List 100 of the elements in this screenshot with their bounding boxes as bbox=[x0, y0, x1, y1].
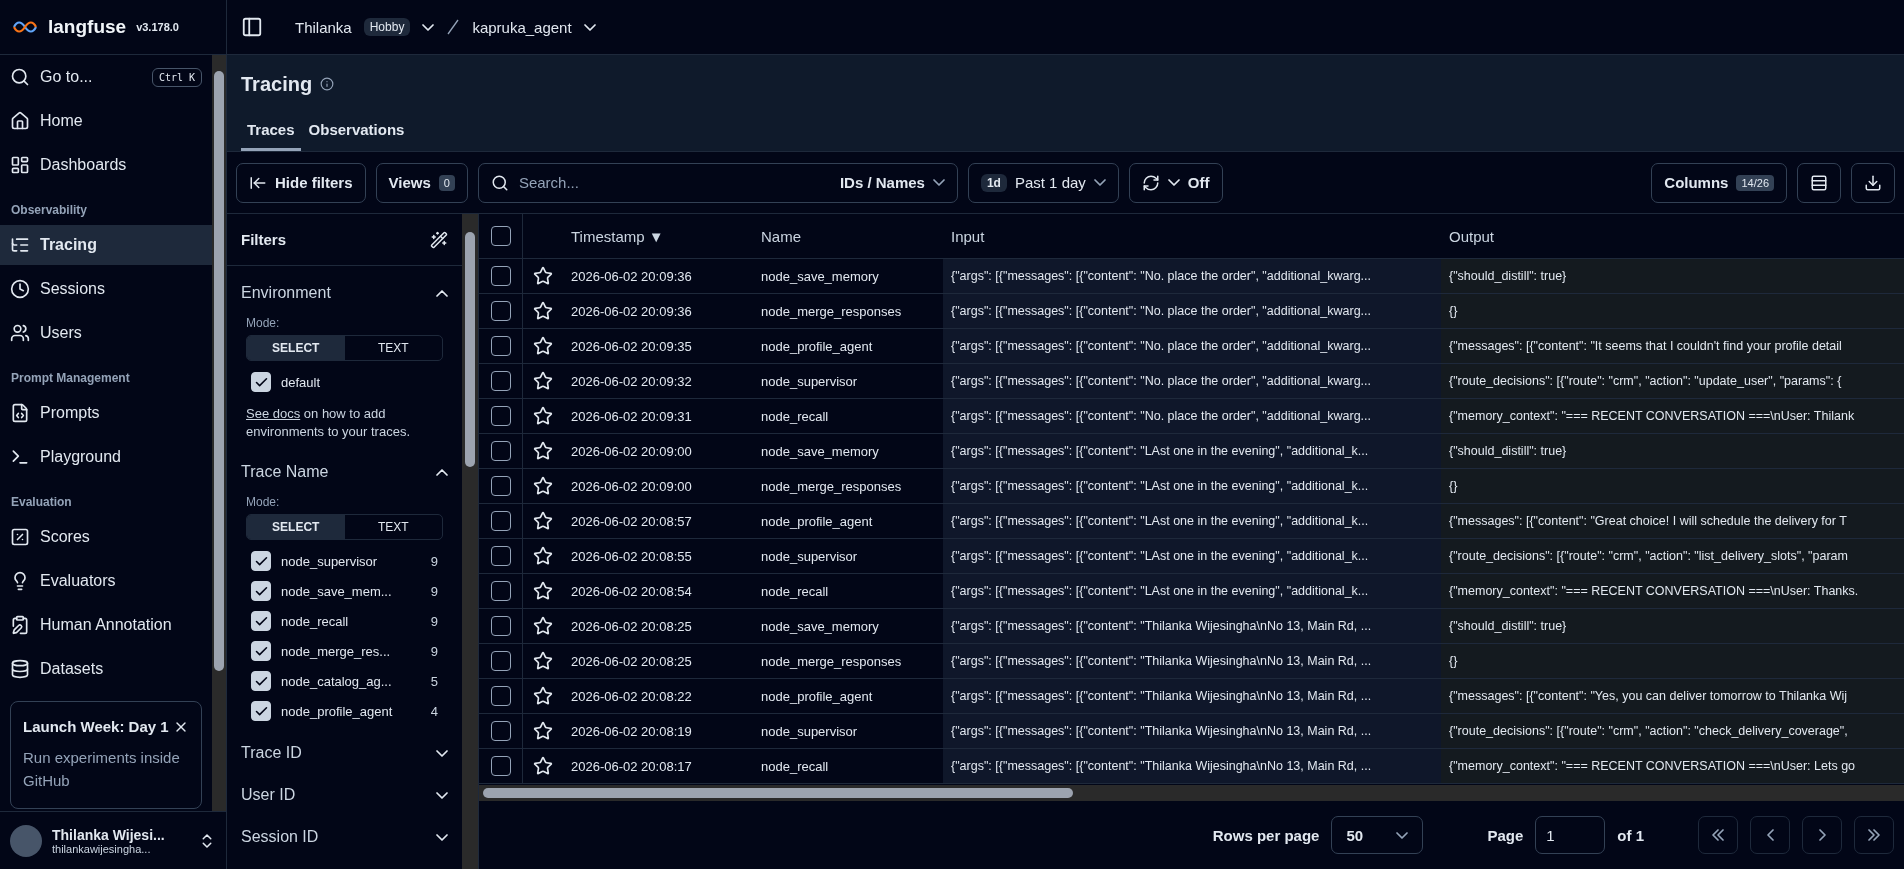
sidebar-item[interactable]: Sessions bbox=[0, 269, 212, 309]
time-range-select[interactable]: 1d Past 1 day bbox=[967, 162, 1119, 203]
sidebar-item[interactable]: Dashboards bbox=[0, 145, 212, 185]
table-cell: {"args": [{"messages": [{"content": "LAst one in the evening", "additional_k... bbox=[951, 584, 1369, 598]
columns-button[interactable]: Columns 14/26 bbox=[1651, 162, 1787, 203]
filter-section-header[interactable]: Environment bbox=[241, 278, 448, 308]
column-header[interactable]: Output bbox=[1449, 227, 1495, 245]
tab[interactable]: Traces bbox=[241, 113, 301, 151]
table-cell: 2026-06-02 20:09:32 bbox=[571, 373, 692, 389]
plan-badge: Hobby bbox=[363, 18, 411, 36]
help-text: See docs on how to add environments to your traces. bbox=[246, 405, 412, 442]
org-name[interactable]: Thilanka bbox=[295, 18, 352, 36]
filter-section-title: Session ID bbox=[241, 828, 319, 847]
sidebar-item[interactable]: Datasets bbox=[0, 649, 212, 689]
table-cell: 2026-06-02 20:09:36 bbox=[571, 268, 692, 284]
table-cell: node_merge_responses bbox=[761, 653, 902, 669]
filter-option: default bbox=[281, 374, 438, 390]
goto-item[interactable]: Go to... Ctrl K bbox=[0, 57, 212, 97]
table-cell: node_recall bbox=[761, 408, 829, 424]
shortcut-key: Ctrl K bbox=[151, 67, 202, 87]
refresh-button[interactable]: Off bbox=[1128, 162, 1223, 203]
table-cell: {"args": [{"messages": [{"content": "Thilanka Wijesingha\nNo 13, Main Rd, ... bbox=[951, 759, 1372, 773]
filter-section-title: User ID bbox=[241, 786, 296, 805]
filter-section-header[interactable]: Trace ID bbox=[241, 738, 448, 769]
search-field[interactable]: Search... IDs / Names bbox=[477, 162, 958, 203]
option-count: 9 bbox=[430, 553, 438, 569]
table-cell: {"args": [{"messages": [{"content": "LAst one in the evening", "additional_k... bbox=[951, 479, 1369, 493]
table-cell: node_supervisor bbox=[761, 723, 858, 739]
sidebar-item[interactable]: Scores bbox=[0, 517, 212, 557]
table-cell: 2026-06-02 20:08:55 bbox=[571, 548, 692, 564]
filter-section-header[interactable]: Session ID bbox=[241, 822, 448, 853]
table-cell: node_profile_agent bbox=[761, 338, 873, 354]
mode-toggle[interactable]: TEXT bbox=[344, 336, 442, 360]
sidebar-item[interactable]: Users bbox=[0, 313, 212, 353]
table-cell: 2026-06-02 20:09:00 bbox=[571, 443, 692, 459]
table-cell: 2026-06-02 20:08:25 bbox=[571, 653, 692, 669]
table-cell: {"memory_context": "=== RECENT CONVERSATION ===\nUser: Thanks. bbox=[1449, 584, 1859, 598]
search-scope-select[interactable]: IDs / Names bbox=[839, 174, 925, 191]
filter-section-header[interactable]: User ID bbox=[241, 780, 448, 811]
project-name[interactable]: kapruka_agent bbox=[472, 18, 572, 36]
table-cell: node_save_memory bbox=[761, 443, 879, 459]
docs-link[interactable]: See docs bbox=[246, 406, 301, 421]
filter-option: node_merge_res... bbox=[281, 643, 421, 659]
filter-section-header[interactable]: Trace Name bbox=[241, 457, 448, 488]
filters-title: Filters bbox=[241, 231, 286, 248]
views-button[interactable]: Views 0 bbox=[375, 162, 468, 203]
table-cell: {"route_decisions": [{"route": "crm", "action": "check_delivery_coverage", bbox=[1449, 724, 1848, 738]
user-menu[interactable]: Thilanka Wijesi... thilankawijesingha... bbox=[0, 811, 226, 869]
option-count: 9 bbox=[430, 643, 438, 659]
table-cell: {"args": [{"messages": [{"content": "No. place the order", "additional_kwarg... bbox=[951, 409, 1372, 423]
table-cell: {"route_decisions": [{"route": "crm", "action": "list_delivery_slots", "param bbox=[1449, 549, 1848, 563]
rows-per-page-label: Rows per page bbox=[1212, 826, 1320, 844]
mode-toggle[interactable]: SELECT bbox=[247, 336, 345, 360]
sidebar-item[interactable]: Playground bbox=[0, 437, 212, 477]
page-count: of 1 bbox=[1617, 826, 1644, 844]
table-cell: {"args": [{"messages": [{"content": "Thilanka Wijesingha\nNo 13, Main Rd, ... bbox=[951, 654, 1372, 668]
table-cell: node_save_memory bbox=[761, 268, 879, 284]
table-cell: node_merge_responses bbox=[761, 478, 902, 494]
option-count: 4 bbox=[430, 703, 438, 719]
option-count: 5 bbox=[430, 673, 438, 689]
table-cell: 2026-06-02 20:08:54 bbox=[571, 583, 692, 599]
rows-per-page-select[interactable]: 50 bbox=[1331, 816, 1424, 854]
column-header[interactable]: Timestamp ▼ bbox=[571, 227, 664, 245]
table-cell: {"args": [{"messages": [{"content": "LAst one in the evening", "additional_k... bbox=[951, 549, 1369, 563]
table-cell: {"memory_context": "=== RECENT CONVERSATION ===\nUser: Thilank bbox=[1449, 409, 1855, 423]
table-cell: node_recall bbox=[761, 758, 829, 774]
table-cell: {"args": [{"messages": [{"content": "LAst one in the evening", "additional_k... bbox=[951, 514, 1369, 528]
column-header[interactable]: Name bbox=[761, 227, 801, 245]
filter-option: node_catalog_ag... bbox=[281, 673, 421, 689]
table-cell: {"should_distill": true} bbox=[1449, 269, 1567, 283]
filter-section-title: Trace ID bbox=[241, 744, 302, 763]
table-cell: {"args": [{"messages": [{"content": "LAst one in the evening", "additional_k... bbox=[951, 444, 1369, 458]
sidebar-item[interactable]: Tracing bbox=[0, 225, 212, 265]
table-cell: node_supervisor bbox=[761, 548, 858, 564]
table-cell: {"should_distill": true} bbox=[1449, 444, 1567, 458]
table-cell: 2026-06-02 20:09:35 bbox=[571, 338, 692, 354]
user-email: thilankawijesingha... bbox=[52, 842, 151, 855]
section-title: Observability bbox=[10, 202, 89, 219]
table-cell: 2026-06-02 20:08:17 bbox=[571, 758, 692, 774]
table-cell: 2026-06-02 20:08:57 bbox=[571, 513, 692, 529]
sidebar-item[interactable]: Home bbox=[0, 101, 212, 141]
hide-filters-button[interactable]: Hide filters bbox=[236, 162, 366, 203]
page-label: Page bbox=[1487, 826, 1524, 844]
table-cell: node_merge_responses bbox=[761, 303, 902, 319]
mode-toggle[interactable]: SELECT bbox=[247, 515, 345, 540]
tab[interactable]: Observations bbox=[302, 113, 411, 151]
sidebar-item[interactable]: Human Annotation bbox=[0, 605, 212, 645]
mode-toggle[interactable]: TEXT bbox=[344, 515, 442, 540]
table-cell: {"messages": [{"content": "Yes, you can deliver tomorrow to Thilanka Wij bbox=[1449, 689, 1848, 703]
table-cell: node_profile_agent bbox=[761, 513, 873, 529]
column-header[interactable]: Input bbox=[951, 227, 985, 245]
table-cell: node_recall bbox=[761, 583, 829, 599]
table-cell: 2026-06-02 20:08:19 bbox=[571, 723, 692, 739]
promo-text: Run experiments inside GitHub bbox=[23, 748, 181, 791]
sidebar-item[interactable]: Evaluators bbox=[0, 561, 212, 601]
page-input[interactable]: 1 bbox=[1535, 816, 1606, 854]
sidebar-item[interactable]: Prompts bbox=[0, 393, 212, 433]
table-cell: {} bbox=[1449, 304, 1458, 318]
filter-option: node_profile_agent bbox=[281, 703, 421, 719]
filter-option: node_save_mem... bbox=[281, 583, 421, 599]
